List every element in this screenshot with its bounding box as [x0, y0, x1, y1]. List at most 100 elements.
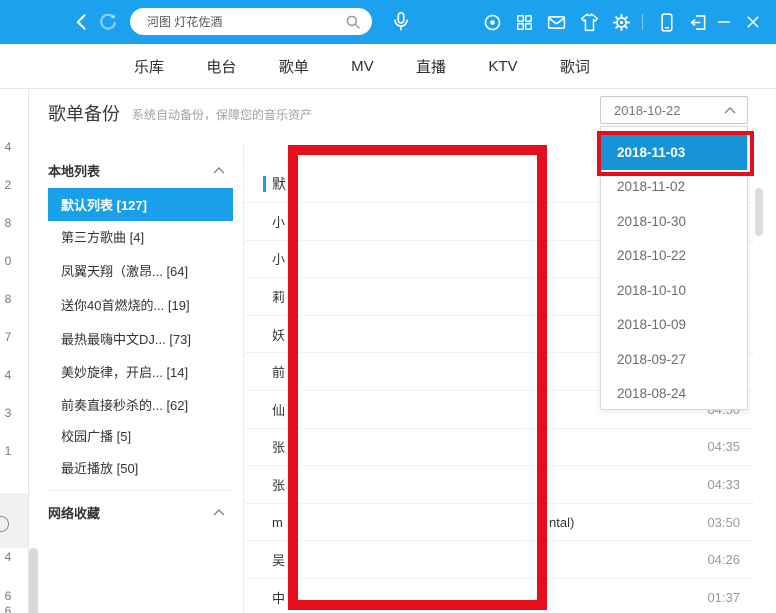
edge-digit: 4	[4, 368, 12, 382]
sidebar-item[interactable]: 送你40首燃烧的... [19]	[61, 294, 233, 314]
song-title-fragment: 仙	[272, 402, 286, 418]
sidebar-item[interactable]: 校园广播 [5]	[61, 425, 233, 445]
chevron-up-icon[interactable]	[212, 166, 226, 175]
sidebar-section-network[interactable]: 网络收藏	[48, 503, 100, 522]
minimize-button[interactable]	[712, 10, 736, 34]
back-button[interactable]	[70, 10, 94, 34]
song-row[interactable]: 吴 04:26	[243, 541, 755, 579]
refresh-button[interactable]	[96, 10, 120, 34]
nav-tabs: 乐库 电台 歌单 MV 直播 KTV 歌词	[134, 44, 590, 88]
backup-date-dropdown-button[interactable]: 2018-10-22	[600, 96, 748, 124]
sidebar-item[interactable]: 最热最嗨中文DJ... [73]	[61, 328, 233, 348]
sidebar-item[interactable]: 凤翼天翔（激昂... [64]	[61, 260, 233, 280]
song-title-fragment: ntal)	[549, 514, 575, 530]
tab-mv[interactable]: MV	[351, 58, 374, 75]
edge-digit: 3	[4, 406, 12, 420]
apps-grid-icon	[516, 14, 532, 30]
page-subtitle: 系统自动备份，保障您的音乐资产	[132, 108, 313, 122]
search-input[interactable]	[145, 13, 344, 30]
song-duration: 03:50	[707, 514, 740, 530]
sidebar-item-default-list[interactable]: 默认列表 [127]	[48, 188, 233, 221]
accent-bar	[263, 175, 266, 192]
app-window: 乐库 电台 歌单 MV 直播 KTV 歌词 歌单备份 系统自动备份，保障您的音乐…	[0, 0, 776, 613]
dropdown-option-label: 2018-11-02	[617, 179, 686, 195]
dropdown-option[interactable]: 2018-11-03	[601, 135, 747, 170]
skin-button[interactable]	[577, 10, 601, 34]
skin-tshirt-icon	[580, 12, 598, 31]
backup-date-dropdown-list: 2018-11-03 2018-11-02 2018-10-30 2018-10…	[600, 126, 748, 410]
back-icon	[76, 14, 86, 30]
dropdown-option-label: 2018-10-09	[617, 317, 687, 333]
dropdown-option[interactable]: 2018-10-22	[601, 239, 747, 274]
chevron-up-icon[interactable]	[212, 508, 226, 517]
settings-button[interactable]	[609, 10, 633, 34]
sidebar-section-local[interactable]: 本地列表	[48, 161, 100, 180]
list-scrollbar-thumb[interactable]	[755, 188, 763, 236]
edge-digit: 6	[4, 604, 12, 613]
edge-digit: 8	[4, 216, 12, 230]
dropdown-option-label: 2018-10-22	[617, 248, 687, 264]
mobile-device-icon	[660, 12, 673, 32]
apps-grid-button[interactable]	[512, 10, 536, 34]
sidebar-item[interactable]: 第三方歌曲 [4]	[61, 226, 233, 246]
mobile-device-button[interactable]	[654, 10, 678, 34]
song-title-fragment: 妖	[272, 327, 286, 343]
dropdown-option-label: 2018-10-30	[617, 213, 687, 229]
sidebar-item[interactable]: 最近播放 [50]	[61, 457, 233, 477]
dropdown-option-label: 2018-09-27	[617, 351, 687, 367]
list-header-fragment: 默	[272, 175, 286, 192]
tab-playlist[interactable]: 歌单	[279, 56, 309, 77]
tab-lyrics[interactable]: 歌词	[560, 56, 590, 77]
sidebar-item-label: 默认列表 [127]	[61, 198, 147, 213]
song-row[interactable]: 中 01:37	[243, 579, 755, 613]
dropdown-option-label: 2018-08-24	[617, 386, 687, 402]
dropdown-option[interactable]: 2018-08-24	[601, 377, 747, 412]
tab-radio[interactable]: 电台	[206, 56, 236, 77]
sidebar-scrollbar-thumb[interactable]	[29, 548, 38, 613]
song-title-fragment: 莉	[272, 289, 286, 305]
listen-recognize-icon	[484, 14, 500, 30]
sidebar-divider	[48, 490, 233, 491]
dropdown-option-label: 2018-11-03	[617, 144, 686, 160]
song-title-fragment: m	[272, 514, 283, 530]
mail-button[interactable]	[544, 10, 568, 34]
tab-music-library[interactable]: 乐库	[134, 56, 164, 77]
minimize-icon	[718, 21, 730, 23]
dropdown-option-label: 2018-10-10	[617, 282, 687, 298]
search-icon[interactable]	[344, 13, 362, 31]
edge-digit: 4	[4, 140, 12, 154]
dropdown-option[interactable]: 2018-10-30	[601, 204, 747, 239]
listen-recognize-button[interactable]	[480, 10, 504, 34]
close-button[interactable]	[741, 10, 765, 34]
close-icon	[747, 16, 759, 28]
mini-mode-button[interactable]	[686, 10, 710, 34]
left-panel-divider	[28, 88, 29, 613]
dropdown-option[interactable]: 2018-10-09	[601, 308, 747, 343]
edge-digit: 0	[4, 254, 12, 268]
voice-search-icon	[394, 12, 408, 31]
edge-digit: 1	[4, 444, 12, 458]
song-title-fragment: 前	[272, 365, 286, 381]
edge-digit: 7	[4, 330, 12, 344]
sidebar-item[interactable]: 前奏直接秒杀的... [62]	[61, 394, 233, 414]
search-box[interactable]	[130, 8, 372, 35]
dropdown-option[interactable]: 2018-09-27	[601, 342, 747, 377]
song-title-fragment: 中	[272, 591, 286, 607]
song-row[interactable]: m ntal) 03:50	[243, 504, 755, 542]
song-row[interactable]: 张 04:35	[243, 429, 755, 467]
song-title-fragment: 吴	[272, 553, 286, 569]
voice-search-button[interactable]	[389, 9, 413, 35]
song-duration: 01:37	[707, 590, 740, 606]
topbar-divider	[642, 14, 643, 30]
edge-digit: 6	[4, 589, 12, 603]
dropdown-option[interactable]: 2018-10-10	[601, 273, 747, 308]
sidebar-item[interactable]: 美妙旋律，开启... [14]	[61, 361, 233, 381]
tab-ktv[interactable]: KTV	[488, 58, 517, 75]
song-row[interactable]: 张 04:33	[243, 466, 755, 504]
song-duration: 04:26	[707, 552, 740, 568]
dropdown-option[interactable]: 2018-11-02	[601, 170, 747, 205]
song-duration: 04:33	[707, 476, 740, 492]
song-title-fragment: 张	[272, 440, 286, 456]
song-title-fragment: 小	[272, 214, 286, 230]
tab-live[interactable]: 直播	[416, 56, 446, 77]
